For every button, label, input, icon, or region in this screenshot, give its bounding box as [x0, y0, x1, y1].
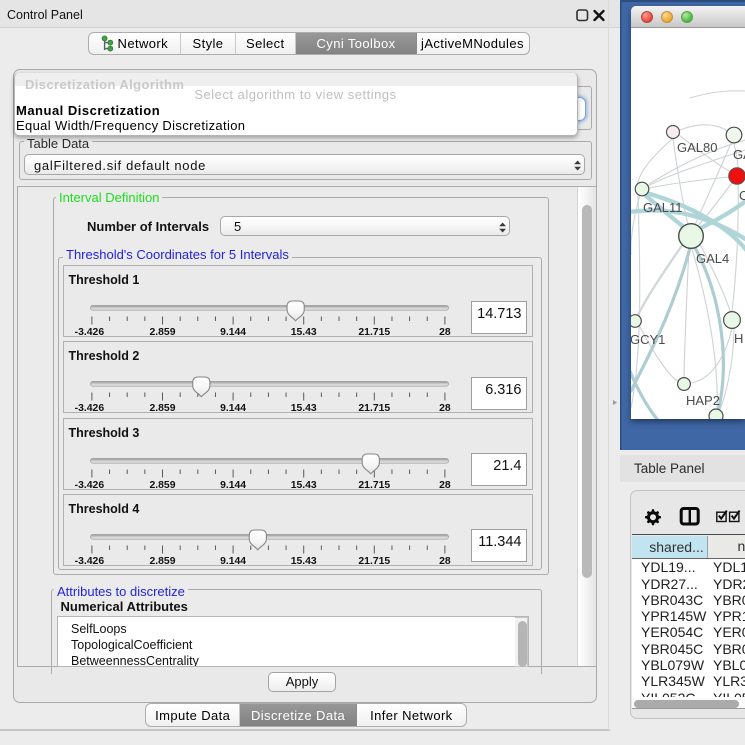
svg-text:C: C [739, 188, 745, 203]
svg-text:21.715: 21.715 [358, 403, 390, 414]
svg-text:21.715: 21.715 [358, 556, 390, 567]
svg-text:GA: GA [733, 147, 745, 162]
svg-text:15.43: 15.43 [290, 556, 316, 567]
svg-text:GAL80: GAL80 [677, 140, 717, 155]
svg-text:GAL11: GAL11 [643, 200, 683, 215]
svg-text:-3.426: -3.426 [74, 556, 104, 567]
svg-text:2.859: 2.859 [149, 327, 175, 338]
svg-text:GCY1: GCY1 [631, 332, 665, 347]
svg-text:21.715: 21.715 [358, 480, 390, 491]
svg-text:-3.426: -3.426 [74, 403, 104, 414]
svg-text:9.144: 9.144 [220, 327, 246, 338]
svg-text:21.715: 21.715 [358, 327, 390, 338]
svg-text:15.43: 15.43 [290, 480, 316, 491]
svg-text:28: 28 [439, 403, 451, 414]
svg-text:28: 28 [439, 327, 451, 338]
svg-text:9.144: 9.144 [220, 403, 246, 414]
svg-text:28: 28 [439, 480, 451, 491]
svg-text:9.144: 9.144 [220, 480, 246, 491]
svg-text:9.144: 9.144 [220, 556, 246, 567]
svg-text:15.43: 15.43 [290, 403, 316, 414]
svg-text:2.859: 2.859 [149, 403, 175, 414]
svg-text:GAL4: GAL4 [696, 251, 729, 266]
svg-text:-3.426: -3.426 [74, 327, 104, 338]
svg-text:2.859: 2.859 [149, 556, 175, 567]
svg-text:HAP2: HAP2 [686, 393, 720, 408]
svg-text:H: H [734, 331, 743, 346]
svg-text:28: 28 [439, 556, 451, 567]
svg-text:-3.426: -3.426 [74, 480, 104, 491]
svg-text:2.859: 2.859 [149, 480, 175, 491]
svg-text:15.43: 15.43 [290, 327, 316, 338]
